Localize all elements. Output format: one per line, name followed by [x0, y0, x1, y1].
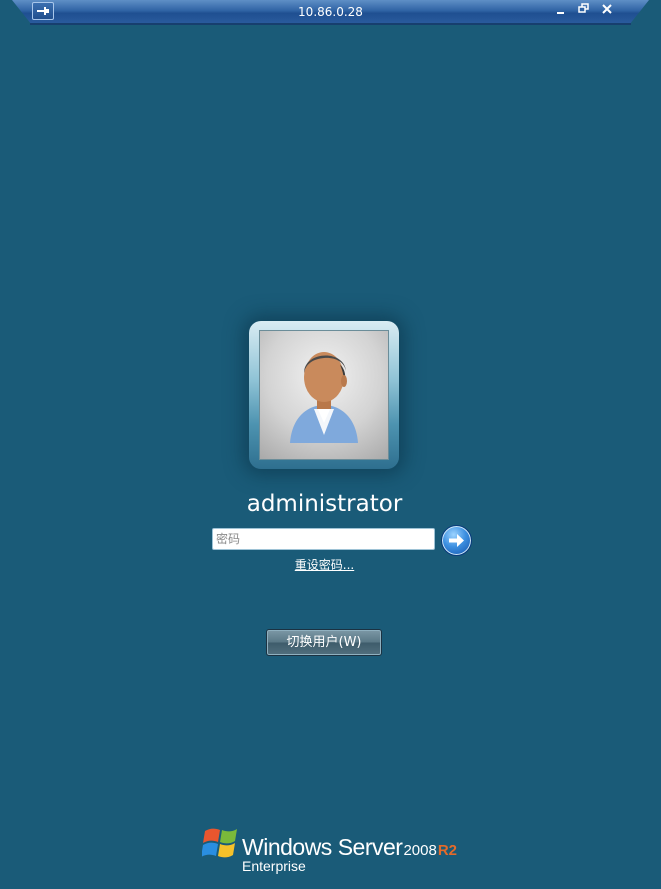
- version-year: 2008: [403, 842, 437, 859]
- product-name-line: Windows Server2008R2: [242, 834, 457, 861]
- arrow-right-icon: [449, 534, 464, 547]
- product-name: Windows Server: [242, 834, 403, 860]
- switch-user-button[interactable]: 切换用户(W): [266, 629, 382, 656]
- edition-label: Enterprise: [242, 858, 306, 874]
- reset-password-link[interactable]: 重设密码...: [0, 557, 649, 573]
- restore-icon[interactable]: [576, 3, 592, 19]
- windows-flag-icon: [202, 828, 237, 858]
- minimize-icon[interactable]: [553, 3, 569, 19]
- version-release: R2: [437, 842, 457, 859]
- user-avatar-icon: [259, 330, 389, 460]
- submit-button[interactable]: [441, 525, 472, 556]
- windows-server-branding: Windows Server2008R2 Enterprise: [202, 825, 462, 875]
- password-field[interactable]: [212, 528, 435, 550]
- username-label: administrator: [246, 491, 403, 517]
- close-icon[interactable]: [599, 3, 615, 19]
- user-tile[interactable]: [249, 321, 399, 469]
- connection-bar-edge: [30, 23, 631, 25]
- login-screen: 10.86.0.28 administrator 重设密码... 切换用户(W)…: [0, 0, 661, 889]
